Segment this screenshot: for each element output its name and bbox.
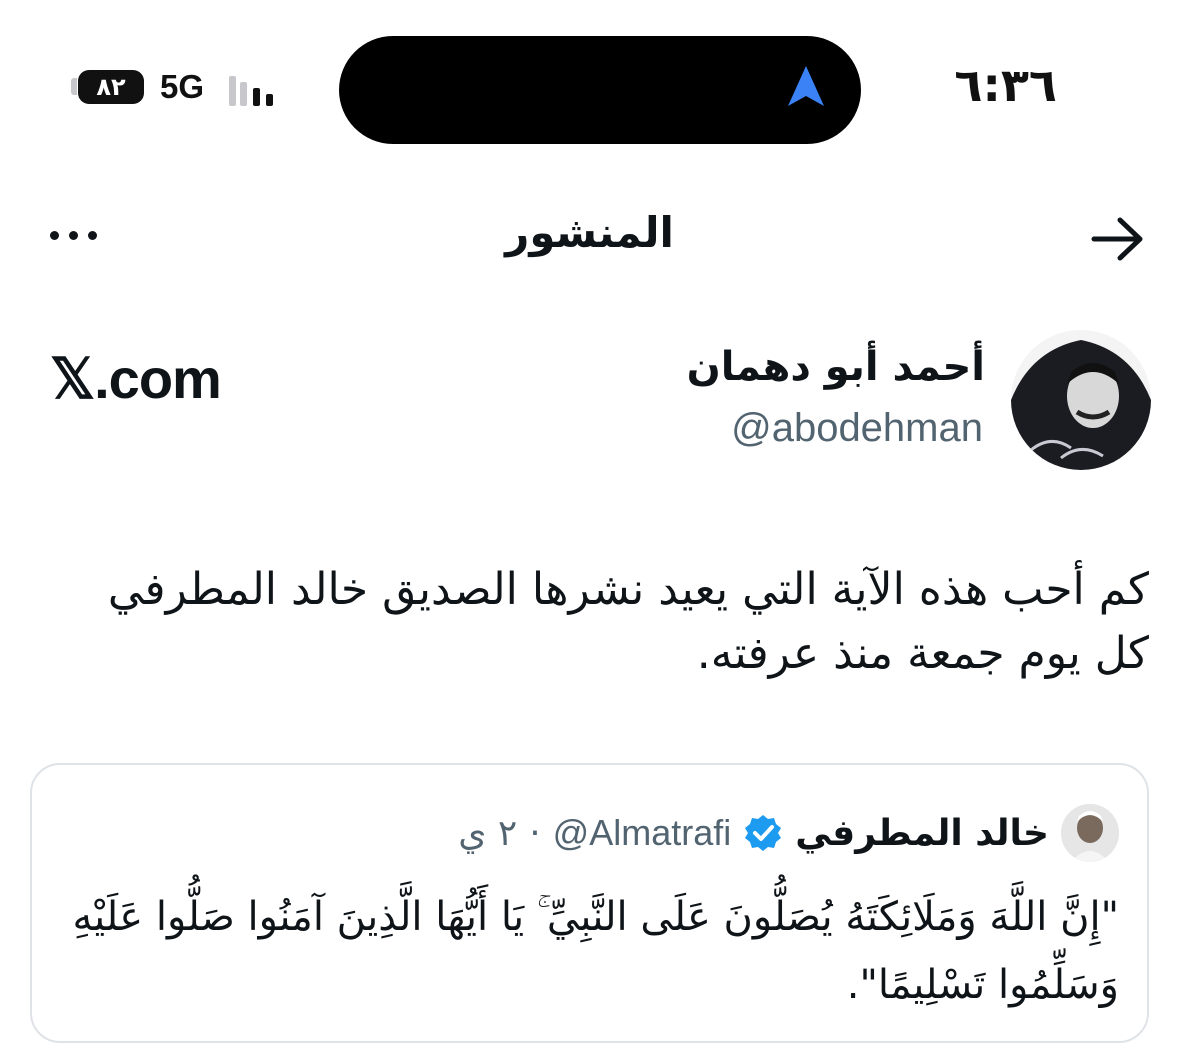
- quoted-post-card[interactable]: خالد المطرفي @Almatrafi · ٢ ي "إِنَّ الل…: [30, 763, 1149, 1043]
- dynamic-island: [339, 36, 861, 144]
- separator-dot: ·: [529, 812, 541, 854]
- quoted-post-text: "إِنَّ اللَّهَ وَمَلَائِكَتَهُ يُصَلُّون…: [72, 894, 1119, 1008]
- verified-badge-icon: [745, 815, 782, 851]
- network-type: 5G: [160, 68, 205, 105]
- quoted-post-time: ٢ ي: [458, 812, 518, 854]
- author-avatar[interactable]: [1011, 330, 1151, 470]
- back-arrow-icon[interactable]: [1088, 214, 1146, 264]
- author-handle[interactable]: @abodehman: [731, 406, 983, 451]
- top-bar: المنشور: [0, 190, 1179, 300]
- battery-indicator: ٨٢: [78, 70, 144, 104]
- page-title: المنشور: [505, 208, 674, 257]
- quoted-author-handle: @Almatrafi: [552, 812, 732, 853]
- quoted-author-name: خالد المطرفي: [795, 812, 1049, 854]
- post-screen: ٨٢ 5G ٦:٣٦ المنشور أحمد أبو دهمان @abode…: [0, 0, 1179, 1062]
- quoted-author-avatar: [1061, 804, 1119, 862]
- site-logo: 𝕏.com: [50, 347, 222, 410]
- quoted-post-header: خالد المطرفي @Almatrafi · ٢ ي: [458, 803, 1119, 863]
- navigation-arrow-icon: [788, 66, 824, 106]
- battery-cap: [71, 78, 77, 95]
- author-name[interactable]: أحمد أبو دهمان: [687, 344, 985, 390]
- status-bar: ٨٢ 5G ٦:٣٦: [0, 0, 1179, 170]
- post-text: كم أحب هذه الآية التي يعيد نشرها الصديق …: [107, 564, 1149, 679]
- signal-strength-icon: [229, 72, 285, 106]
- clock: ٦:٣٦: [954, 58, 1057, 112]
